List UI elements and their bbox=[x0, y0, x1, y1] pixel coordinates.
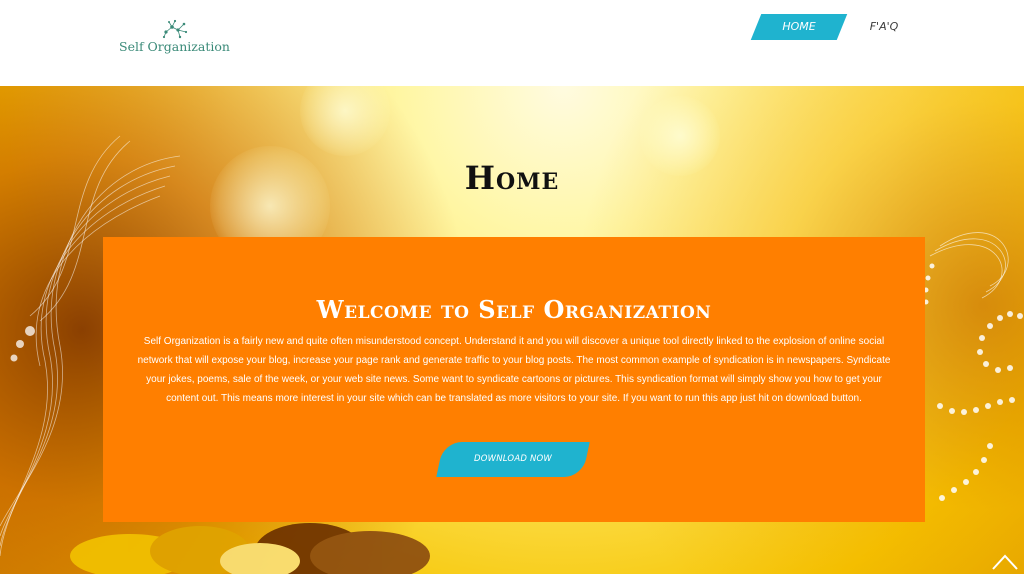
nav-item-faq[interactable]: F'A'Q bbox=[856, 14, 912, 40]
logo-text: Self Organization bbox=[119, 39, 230, 54]
download-now-button[interactable]: DOWNLOAD NOW bbox=[436, 442, 590, 477]
download-button-label: DOWNLOAD NOW bbox=[473, 454, 553, 464]
scroll-to-top-button[interactable] bbox=[990, 550, 1020, 572]
site-logo[interactable]: Self Organization bbox=[118, 18, 248, 58]
welcome-card: Welcome to Self Organization Self Organi… bbox=[103, 237, 925, 522]
site-header: Self Organization HOME F'A'Q bbox=[0, 0, 1024, 86]
background-glow bbox=[300, 86, 390, 156]
network-nodes-icon bbox=[162, 19, 188, 39]
nav-item-home[interactable]: HOME bbox=[750, 14, 848, 40]
hero-section: Home Welcome to Self Organization Self O… bbox=[0, 86, 1024, 574]
chevron-up-icon bbox=[992, 554, 1018, 570]
welcome-text: Self Organization is a fairly new and qu… bbox=[137, 336, 891, 404]
nav-item-label: F'A'Q bbox=[869, 20, 899, 33]
welcome-heading: Welcome to Self Organization bbox=[316, 294, 712, 324]
page-title: Home bbox=[464, 159, 560, 198]
nav-item-label: HOME bbox=[782, 20, 816, 33]
